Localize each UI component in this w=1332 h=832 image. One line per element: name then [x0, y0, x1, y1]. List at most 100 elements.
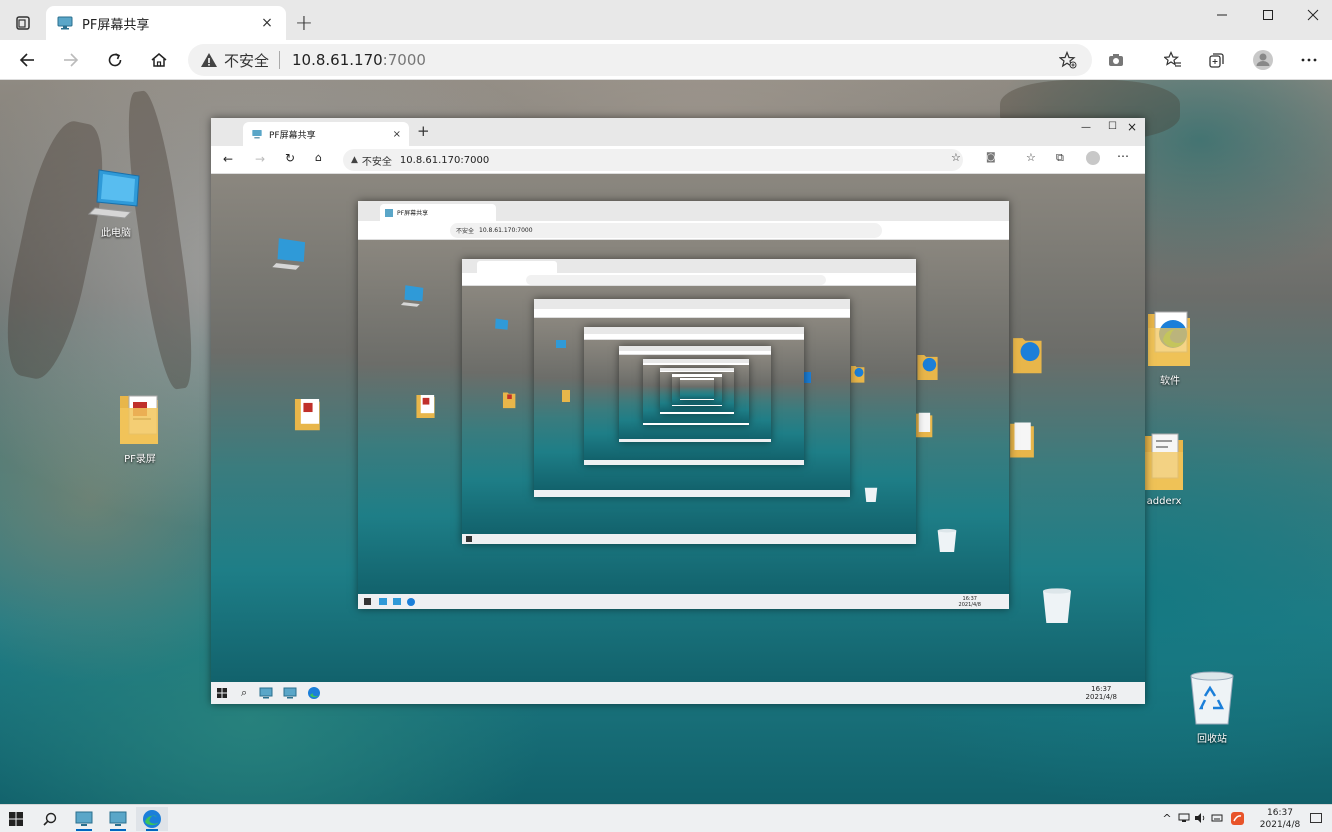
nested-clock-date: 2021/4/8	[1085, 693, 1117, 701]
nested-avatar[interactable]	[1086, 151, 1100, 165]
collections-button[interactable]	[1202, 45, 1232, 75]
nested-more-icon[interactable]: ⋯	[1117, 149, 1129, 163]
back-button[interactable]	[12, 45, 42, 75]
nested-browser-frame-1[interactable]: PF屏幕共享 × + — ☐ × ← → ↻ ⌂ ▲ 不安全 10.8.61.1…	[211, 118, 1145, 704]
nested-new-tab[interactable]: +	[417, 122, 430, 140]
nested-tab: PF屏幕共享	[380, 204, 496, 221]
start-icon	[466, 536, 472, 542]
more-dots-icon	[1301, 58, 1317, 62]
edge-icon	[308, 687, 321, 699]
network-icon[interactable]	[1177, 811, 1191, 825]
nested-clock-time: 16:37	[1091, 685, 1112, 693]
start-button[interactable]	[0, 807, 32, 831]
nested-address-bar	[526, 275, 826, 285]
favorites-button[interactable]	[1158, 45, 1188, 75]
nested-url: 10.8.61.170:7000	[399, 154, 490, 166]
pf-monitor-icon	[259, 687, 273, 699]
close-icon	[1307, 9, 1319, 21]
ime-icon[interactable]	[1210, 811, 1224, 825]
taskbar-app-pf-share-2[interactable]	[102, 807, 134, 831]
monitor-icon	[57, 16, 73, 30]
nested-maximize[interactable]: ☐	[1108, 121, 1117, 132]
tab-actions-icon	[16, 16, 30, 30]
maximize-icon	[1263, 10, 1273, 20]
running-indicator	[146, 829, 158, 831]
folder-icon	[1145, 433, 1183, 490]
volume-icon[interactable]	[1193, 811, 1207, 825]
folder-edge-icon	[1148, 311, 1190, 366]
nested-home-icon[interactable]: ⌂	[315, 151, 322, 164]
nested-browser-frame-5	[584, 327, 804, 465]
add-favorite-button[interactable]	[1053, 45, 1083, 75]
nested-refresh-icon[interactable]: ↻	[285, 151, 295, 165]
start-icon	[9, 812, 23, 826]
nested-camera-icon[interactable]: ◙	[986, 152, 996, 163]
monitor-icon	[252, 130, 262, 139]
nested-tab-strip	[462, 259, 916, 273]
nested-back-icon[interactable]: ←	[223, 152, 233, 166]
nested-taskbar	[584, 460, 804, 465]
folder-icon	[416, 395, 435, 418]
settings-more-button[interactable]	[1294, 45, 1324, 75]
screenshot-button[interactable]	[1101, 45, 1131, 75]
recycle-bin-icon	[1190, 671, 1234, 725]
tab-close-button[interactable]: ×	[258, 14, 276, 32]
close-window-button[interactable]	[1290, 0, 1332, 30]
nested-tab-close[interactable]: ×	[393, 129, 401, 140]
nested-star-icon[interactable]: ☆	[951, 151, 961, 164]
nested-taskbar	[462, 534, 916, 544]
taskbar-clock[interactable]: 16:37 2021/4/8	[1254, 807, 1306, 831]
nested-toolbar: 不安全 10.8.61.170:7000	[358, 221, 1009, 240]
browser-tab[interactable]: PF屏幕共享 ×	[46, 6, 286, 40]
nested-close[interactable]: ×	[1127, 120, 1137, 134]
folder-icon	[562, 390, 570, 402]
computer-icon	[87, 169, 140, 219]
taskbar-app-edge[interactable]	[136, 807, 168, 831]
insecure-label[interactable]: 不安全	[224, 50, 269, 71]
desktop-icon-this-pc[interactable]: 此电脑	[76, 166, 156, 239]
home-button[interactable]	[144, 45, 174, 75]
remote-desktop-view[interactable]: 此电脑 PF录屏 软件 adderx 回收站 PF屏幕共享 × + — ☐ × …	[0, 80, 1332, 804]
nested-collections-icon[interactable]: ⧉	[1056, 151, 1064, 165]
tab-strip: PF屏幕共享 × +	[0, 0, 1332, 40]
forward-button[interactable]	[56, 45, 86, 75]
nested-forward-icon[interactable]: →	[255, 152, 265, 166]
desktop-icon-recycle-bin[interactable]: 回收站	[1172, 666, 1252, 745]
taskbar-app-pf-share[interactable]	[68, 807, 100, 831]
running-indicator	[76, 829, 92, 831]
show-hidden-icons-chevron-icon[interactable]: ^	[1160, 811, 1174, 825]
nested-tab-strip	[660, 368, 734, 371]
nested-browser-frame-10	[680, 378, 714, 400]
orange-app-icon	[1230, 811, 1244, 825]
maximize-button[interactable]	[1245, 0, 1291, 30]
nested-minimize[interactable]: —	[1081, 122, 1091, 133]
notification-icon[interactable]	[1310, 813, 1322, 823]
refresh-button[interactable]	[100, 45, 130, 75]
nested-tab[interactable]: PF屏幕共享 ×	[243, 122, 409, 146]
warning-icon	[201, 53, 217, 67]
nested-tab-strip	[534, 299, 850, 309]
edge-icon	[143, 810, 161, 828]
search-icon	[43, 812, 57, 826]
desktop-icon-pf-recorder[interactable]: PF录屏	[100, 390, 180, 465]
nested-remote-view-8	[660, 372, 734, 412]
nested-toolbar	[534, 309, 850, 318]
minimize-button[interactable]	[1199, 0, 1245, 30]
running-indicator	[110, 829, 126, 831]
nested-tab-title: PF屏幕共享	[269, 130, 316, 141]
address-bar[interactable]: 不安全 10.8.61.170 :7000	[188, 44, 1092, 76]
search-button[interactable]	[34, 807, 66, 831]
tab-actions-button[interactable]	[8, 8, 38, 38]
nested-favorites-icon[interactable]: ☆	[1026, 151, 1036, 164]
nested-taskbar	[619, 439, 771, 442]
profile-button[interactable]	[1248, 45, 1278, 75]
favorites-icon	[1164, 51, 1181, 67]
nested-tab	[477, 261, 557, 273]
new-tab-button[interactable]: +	[291, 10, 317, 36]
nested-taskbar	[534, 490, 850, 497]
recycle-bin-icon	[1043, 588, 1071, 623]
nested-address-bar[interactable]: ▲ 不安全 10.8.61.170:7000	[343, 149, 963, 171]
network-icon-glyph	[1178, 813, 1190, 822]
folder-edge-icon	[1013, 338, 1042, 374]
app-tray-icon[interactable]	[1230, 811, 1244, 825]
